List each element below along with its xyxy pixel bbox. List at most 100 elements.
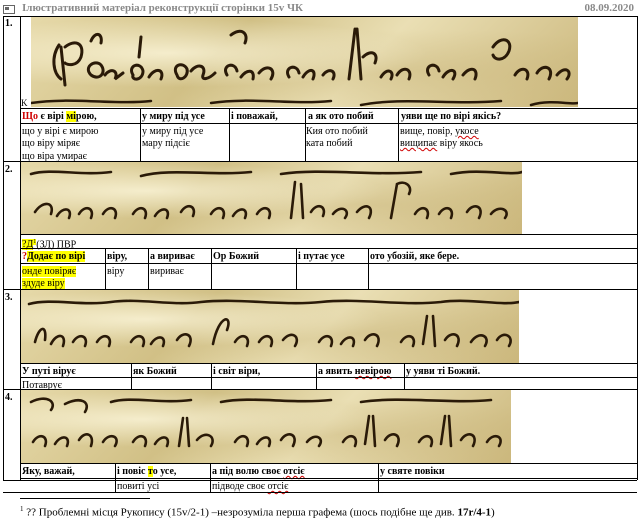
note-line: Кия ото побий <box>306 126 368 137</box>
text-fragment: віру якось <box>437 138 483 149</box>
column-divider <box>115 463 116 493</box>
text-cell: а як ото побий <box>308 111 374 122</box>
highlighted-fragment: онде повіряє <box>22 266 77 277</box>
table-border-right <box>637 16 638 480</box>
manuscript-image <box>21 290 519 363</box>
page-date: 08.09.2020 <box>584 2 635 14</box>
manuscript-image <box>21 162 522 234</box>
row-divider <box>20 248 637 249</box>
text-fragment: рою, <box>75 111 97 122</box>
note-line: у миру під усе <box>142 126 204 137</box>
row-divider <box>20 463 637 464</box>
note-line: мару підсіє <box>142 138 190 149</box>
column-divider <box>131 363 132 389</box>
spellcheck-fragment: отсіє <box>283 466 305 477</box>
note-line: віру <box>107 266 125 277</box>
row-divider <box>20 234 637 235</box>
text-fragment: вище, повір, <box>400 126 456 137</box>
page-title: Ілюстративний матеріал реконструкції сто… <box>22 2 304 14</box>
manuscript-ink <box>31 27 578 107</box>
text-cell: ?Додає по вірі <box>22 251 86 262</box>
column-divider <box>305 108 306 161</box>
row-divider <box>20 377 637 378</box>
column-divider <box>316 363 317 389</box>
row-divider <box>20 123 637 124</box>
table-border-bottom <box>3 480 637 481</box>
text-cell: віру, <box>107 251 128 262</box>
text-cell: У путі вірує <box>22 366 76 377</box>
column-divider <box>140 108 141 161</box>
column-divider <box>368 248 369 289</box>
note-line: вищипає віру якось <box>400 138 483 149</box>
text-fragment: а явить <box>318 366 355 377</box>
text-cell: і поважай, <box>231 111 278 122</box>
footnote-ref-bold: 17r/4-1 <box>457 506 492 519</box>
row-number: 2. <box>5 164 13 175</box>
manuscript-ink <box>29 170 522 220</box>
column-divider <box>229 108 230 161</box>
row-divider <box>20 263 637 264</box>
row-divider <box>20 108 637 109</box>
note-line: повиті усі <box>117 481 160 492</box>
text-cell: у уяви ті Божий. <box>406 366 481 377</box>
column-divider <box>398 108 399 161</box>
note-line: вище, повір, укосе <box>400 126 479 137</box>
footnote-separator <box>20 498 150 499</box>
spellcheck-fragment: укосе <box>455 126 479 137</box>
spellcheck-fragment: невірою <box>354 366 392 377</box>
column-divider <box>211 363 212 389</box>
note-line: вириває <box>150 266 184 277</box>
page-header: Ілюстративний матеріал реконструкції сто… <box>0 0 640 16</box>
text-cell: і путає усе <box>298 251 345 262</box>
text-cell: ото убозій, яке бере. <box>370 251 460 262</box>
text-cell: а під волю своє отсіє <box>212 466 305 477</box>
highlighted-fragment: мі <box>66 111 76 122</box>
text-cell: і повіс то усе, <box>117 466 176 477</box>
note-line: онде повіряє <box>22 266 77 277</box>
note-line: здуде віру <box>22 278 65 289</box>
row-number: 4. <box>5 392 13 403</box>
text-fragment: Що <box>22 111 38 122</box>
row-number: 3. <box>5 292 13 303</box>
highlighted-fragment: здуде віру <box>22 278 65 289</box>
text-cell: у миру під усе <box>142 111 205 122</box>
column-divider <box>210 463 211 493</box>
text-cell: у святе повіки <box>380 466 445 477</box>
footnote-close: ) <box>491 506 495 519</box>
note-line: що віру міряє <box>22 138 81 149</box>
manuscript-ink <box>27 299 519 348</box>
note-line: ката побий <box>306 138 353 149</box>
highlighted-fragment: Додає по вірі <box>27 251 86 262</box>
text-cell: уяви ще по вірі якісь? <box>401 111 502 122</box>
table-handle-icon[interactable] <box>3 5 15 14</box>
column-divider <box>148 248 149 289</box>
row-divider <box>20 478 637 479</box>
note-line: підводе своє отсіє <box>212 481 288 492</box>
column-divider <box>378 463 379 493</box>
manuscript-ink <box>29 397 502 448</box>
column-divider <box>105 248 106 289</box>
table-border-left <box>3 16 4 480</box>
table-border-bottom <box>3 492 637 493</box>
manuscript-image <box>21 390 511 463</box>
text-fragment: підводе своє <box>212 481 268 492</box>
text-cell: і світ віри, <box>213 366 261 377</box>
footnote: 1 ?? Проблемні місця Рукопису (15v/2-1) … <box>20 505 495 519</box>
column-divider <box>211 248 212 289</box>
note-line: що у вірі є мирою <box>22 126 99 137</box>
text-cell: а вириває <box>150 251 195 262</box>
text-fragment: є вірі <box>37 111 67 122</box>
text-fragment: а під волю своє <box>212 466 284 477</box>
text-cell: Яку, важай, <box>22 466 75 477</box>
text-cell: як Божий <box>133 366 177 377</box>
column-divider <box>296 248 297 289</box>
manuscript-image <box>31 17 578 107</box>
text-fragment: о усе, <box>152 466 177 477</box>
row-divider <box>20 363 637 364</box>
text-cell: а явить невірою <box>318 366 391 377</box>
text-cell: Що є вірі мірою, <box>22 111 97 122</box>
text-cell: Ор Божий <box>213 251 259 262</box>
row-number: 1. <box>5 18 13 29</box>
spellcheck-fragment: вищипає <box>400 138 438 149</box>
column-divider <box>404 363 405 389</box>
